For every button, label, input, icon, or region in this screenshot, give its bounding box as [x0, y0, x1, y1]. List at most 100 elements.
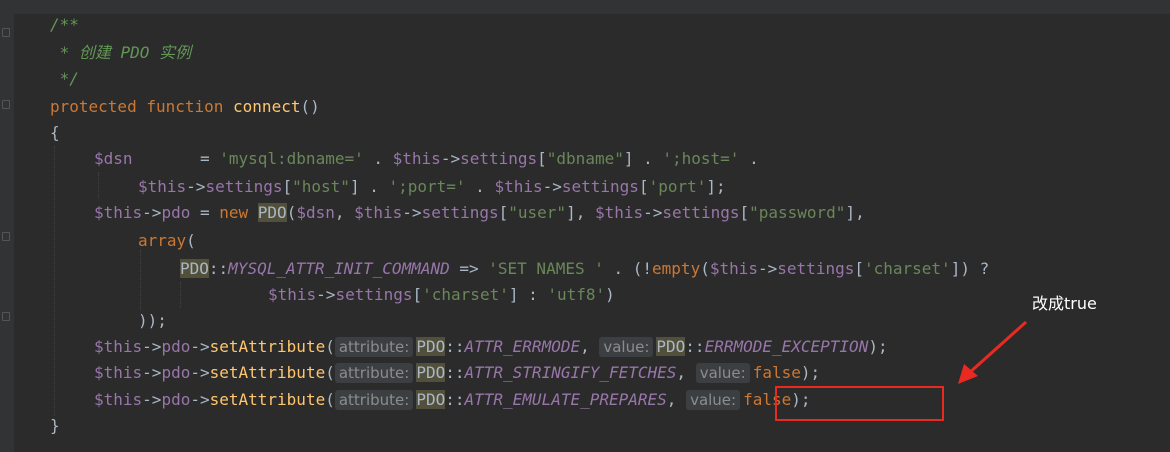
code-line: $dsn = 'mysql:dbname=' . $this->settings…: [94, 146, 759, 172]
variable: $dsn: [296, 203, 335, 222]
variable: $this: [268, 285, 317, 304]
code-line: $this->pdo->setAttribute(attribute: PDO::…: [94, 387, 811, 413]
fold-icon[interactable]: [2, 100, 10, 109]
constant: MYSQL_ATTR_INIT_COMMAND: [228, 259, 450, 278]
punctuation: );: [868, 337, 888, 356]
punctuation: ]) ?: [950, 259, 990, 278]
comment-text: /**: [50, 15, 79, 34]
string-literal: 'port': [648, 177, 707, 196]
string-literal: 'mysql:dbname=': [219, 149, 364, 168]
class-name: PDO: [656, 337, 686, 356]
string-literal: "host": [292, 177, 350, 196]
punctuation: ];: [706, 177, 726, 196]
operator: =>: [449, 259, 489, 278]
variable: $this: [94, 203, 143, 222]
operator: .: [465, 177, 495, 196]
punctuation: ] .: [623, 149, 663, 168]
keyword: protected function: [50, 97, 224, 116]
operator: ->: [190, 363, 210, 382]
operator: ::: [445, 363, 465, 382]
punctuation: (): [300, 97, 320, 116]
variable: $this: [94, 363, 143, 382]
boolean-literal: false: [752, 363, 801, 382]
function-name: setAttribute: [209, 337, 326, 356]
punctuation: ,: [580, 337, 600, 356]
parameter-hint: value:: [695, 363, 750, 383]
punctuation: [: [412, 285, 423, 304]
operator: =: [190, 203, 220, 222]
operator: ->: [142, 337, 162, 356]
code-line: /**: [50, 12, 79, 38]
punctuation: (: [325, 390, 335, 409]
fold-icon[interactable]: [2, 232, 10, 241]
code-line: * 创建 PDO 实例: [50, 40, 191, 66]
punctuation: [: [739, 203, 750, 222]
operator: ::: [445, 337, 465, 356]
comment-text: * 创建 PDO 实例: [50, 43, 192, 62]
constant: ATTR_STRINGIFY_FETCHES: [464, 363, 677, 382]
parameter-hint: attribute:: [334, 390, 414, 410]
fold-icon[interactable]: [2, 28, 10, 37]
indent-guide: [54, 146, 55, 416]
keyword: array: [138, 231, 187, 250]
string-literal: ';host=': [662, 149, 740, 168]
editor-top-bar: [0, 0, 1170, 14]
operator: ->: [440, 149, 461, 168]
property: settings: [205, 177, 283, 196]
string-literal: ';port=': [388, 177, 466, 196]
punctuation: [: [537, 149, 547, 168]
class-name: PDO: [416, 363, 446, 382]
parameter-hint: value:: [686, 390, 741, 410]
punctuation: ,: [676, 363, 696, 382]
function-name: setAttribute: [209, 363, 326, 382]
property: settings: [460, 149, 538, 168]
punctuation: ] .: [349, 177, 389, 196]
string-literal: "user": [508, 203, 567, 222]
keyword: new: [219, 203, 258, 222]
punctuation: (: [700, 259, 710, 278]
code-line: PDO::MYSQL_ATTR_INIT_COMMAND => 'SET NAM…: [180, 256, 989, 282]
operator: .: [363, 149, 393, 168]
punctuation: [: [638, 177, 649, 196]
punctuation: (: [186, 231, 196, 250]
operator: ->: [758, 259, 778, 278]
indent-guide: [98, 172, 99, 198]
variable: $this: [494, 177, 543, 196]
constant: ATTR_EMULATE_PREPARES: [464, 390, 667, 409]
operator: ->: [190, 337, 210, 356]
class-name: PDO: [180, 259, 209, 278]
string-literal: 'charset': [863, 259, 951, 278]
property: pdo: [161, 363, 191, 382]
code-line: ));: [138, 308, 167, 334]
operator: ->: [142, 390, 162, 409]
punctuation: ,: [666, 390, 687, 409]
code-line: $this->pdo->setAttribute(attribute: PDO::…: [94, 334, 888, 360]
class-name: PDO: [416, 390, 446, 409]
string-literal: 'utf8': [547, 285, 606, 304]
fold-icon[interactable]: [2, 312, 10, 321]
annotation-highlight-box: [775, 386, 944, 421]
operator: .: [739, 149, 759, 168]
punctuation: );: [800, 363, 821, 382]
operator: ::: [445, 390, 465, 409]
property: settings: [777, 259, 855, 278]
property: pdo: [161, 337, 191, 356]
constant: ERRMODE_EXCEPTION: [704, 337, 869, 356]
code-line: protected function connect(): [50, 94, 320, 120]
operator: ] :: [508, 285, 548, 304]
operator: ::: [208, 259, 229, 278]
variable: $this: [392, 149, 441, 168]
punctuation: ));: [138, 311, 167, 330]
operator: =: [132, 149, 220, 168]
variable: $this: [594, 203, 644, 222]
punctuation: (: [325, 363, 335, 382]
variable: $this: [138, 177, 187, 196]
punctuation: (: [325, 337, 335, 356]
punctuation: ],: [845, 203, 865, 222]
operator: ::: [685, 337, 705, 356]
operator: . (!: [603, 259, 653, 278]
class-name: PDO: [416, 337, 446, 356]
string-literal: 'charset': [422, 285, 509, 304]
punctuation: [: [854, 259, 864, 278]
annotation-label: 改成true: [1032, 294, 1097, 313]
